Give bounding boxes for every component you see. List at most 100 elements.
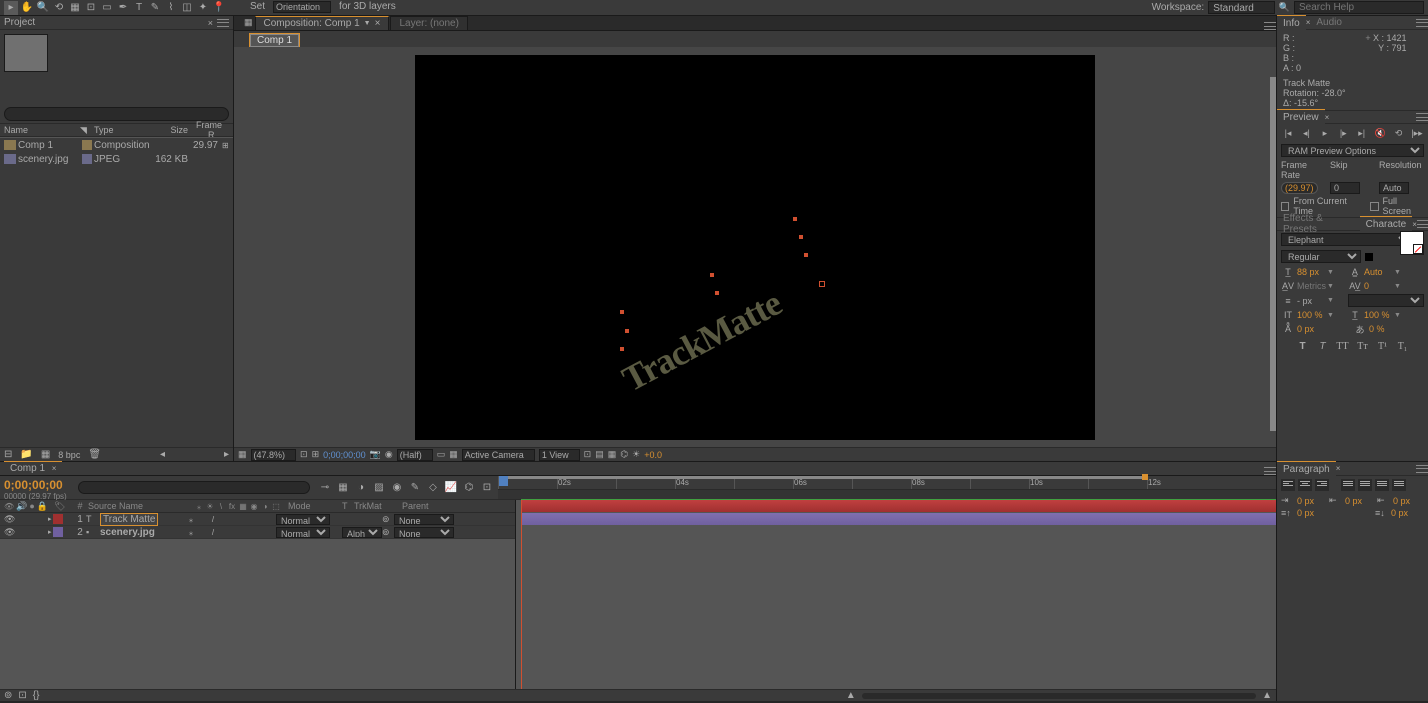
layer-name[interactable]: scenery.jpg [98, 527, 186, 538]
camera-tool[interactable]: ▦ [68, 1, 82, 15]
auto-keyframe-icon[interactable]: ◇ [426, 481, 440, 495]
preview-tab[interactable]: Preview [1277, 109, 1325, 125]
flowchart-icon[interactable]: ⌬ [620, 449, 628, 460]
project-search-input[interactable] [4, 107, 229, 121]
snapshot-icon[interactable]: 📷 [370, 449, 381, 460]
trkmat-select[interactable]: Alpha [342, 527, 382, 538]
fast-preview-icon[interactable]: ▤ [595, 449, 604, 460]
collapse-switch[interactable]: / [208, 515, 218, 524]
space-after-input[interactable]: 0 px [1391, 508, 1421, 518]
parent-select[interactable]: None [394, 514, 454, 525]
skip-input[interactable]: 0 [1330, 182, 1360, 194]
pixel-aspect-icon[interactable]: ⊡ [584, 449, 592, 460]
indent-left-input[interactable]: 0 px [1297, 496, 1327, 506]
composition-tab[interactable]: Composition: Comp 1 ▼ × [255, 16, 390, 30]
kerning-input[interactable]: Metrics [1297, 281, 1325, 291]
exposure-value[interactable]: +0.0 [644, 450, 662, 460]
playhead-line[interactable] [521, 500, 522, 689]
draft3d-icon[interactable]: ▦ [336, 481, 350, 495]
leading-input[interactable]: Auto [1364, 267, 1392, 277]
toggle-switches-icon[interactable]: ⊚ [4, 690, 12, 701]
zoom-dropdown[interactable]: (47.8%) [251, 449, 297, 461]
parent-pickwhip-icon[interactable]: ⊚ [382, 514, 394, 525]
font-style-select[interactable]: Regular [1281, 250, 1361, 263]
font-family-select[interactable]: Elephant [1281, 233, 1412, 246]
pan-behind-tool[interactable]: ⊡ [84, 1, 98, 15]
brainstorm-icon[interactable]: ✎ [408, 481, 422, 495]
workspace-select[interactable]: Standard [1208, 1, 1275, 14]
timeline-icon[interactable]: ▦ [608, 449, 617, 460]
camera-dropdown[interactable]: Active Camera [462, 449, 535, 461]
frame-blend-icon[interactable]: ▨ [372, 481, 386, 495]
snap-icon[interactable]: ⌬ [462, 481, 476, 495]
layer-tab[interactable]: Layer: (none) [390, 16, 467, 30]
stroke-width-input[interactable]: - px [1297, 296, 1325, 306]
smallcaps-button[interactable]: Tᴛ [1356, 339, 1370, 353]
selection-handle[interactable] [804, 253, 808, 257]
vertical-scrollbar[interactable] [1270, 77, 1276, 431]
panel-menu-icon[interactable] [1264, 467, 1276, 475]
space-before-input[interactable]: 0 px [1297, 508, 1327, 518]
layer-duration-bar[interactable] [521, 513, 1276, 525]
project-item-comp[interactable]: Comp 1 Composition 29.97 ⊞ [0, 138, 233, 152]
justify-right-button[interactable] [1375, 479, 1389, 491]
layer-duration-bar[interactable] [521, 500, 1276, 512]
blend-mode-select[interactable]: Normal [276, 514, 330, 525]
stroke-color-swatch[interactable] [1413, 244, 1423, 254]
timeline-timecode[interactable]: 0;00;00;00 [4, 478, 70, 492]
timeline-layer-row[interactable]: 👁 ▸ 2 ▪ scenery.jpg ⁎ / Normal [0, 526, 515, 539]
composition-breadcrumb[interactable]: Comp 1 [250, 34, 299, 47]
timecode-display[interactable]: 0;00;00;00 [323, 450, 366, 460]
selection-handle[interactable] [715, 291, 719, 295]
playhead-head[interactable] [499, 476, 508, 486]
prev-frame-button[interactable]: ◂| [1299, 127, 1313, 139]
label-color[interactable] [53, 514, 63, 524]
first-frame-button[interactable]: |◂ [1281, 127, 1295, 139]
shy-switch[interactable]: ⁎ [186, 528, 196, 537]
full-screen-checkbox[interactable] [1370, 202, 1378, 211]
vscale-input[interactable]: 100 % [1297, 310, 1325, 320]
grid-icon[interactable]: ⊞ [312, 449, 320, 460]
project-column-headers[interactable]: Name ◥ Type Size Frame R... [0, 123, 233, 137]
panel-menu-icon[interactable] [1416, 465, 1428, 473]
panel-menu-icon[interactable] [1264, 22, 1276, 30]
timeline-ruler[interactable]: 01s 02s 03s 04s 05s 06s 07s 08s 09s 10s … [498, 476, 1276, 490]
orientation-dropdown[interactable]: Orientation [273, 1, 331, 13]
comp-mini-flowchart-icon[interactable]: ⊸ [318, 481, 332, 495]
toggle-switches-icon[interactable]: ⊡ [18, 690, 26, 701]
panel-menu-icon[interactable] [1416, 113, 1428, 121]
parent-select[interactable]: None [394, 527, 454, 538]
timeline-tab[interactable]: Comp 1 × [4, 461, 62, 475]
roto-tool[interactable]: ✦ [196, 1, 210, 15]
justify-center-button[interactable] [1358, 479, 1372, 491]
audio-tab[interactable]: Audio [1310, 15, 1348, 30]
search-help-input[interactable] [1294, 1, 1424, 14]
selection-handle[interactable] [625, 329, 629, 333]
new-comp-icon[interactable]: ▦ [41, 449, 50, 460]
tracking-input[interactable]: 0 [1364, 281, 1392, 291]
graph-editor-icon[interactable]: 📈 [444, 481, 458, 495]
italic-button[interactable]: T [1316, 339, 1330, 353]
mute-button[interactable]: 🔇 [1373, 127, 1387, 139]
zoom-out-icon[interactable]: ▲ [846, 690, 856, 701]
label-color[interactable] [53, 527, 63, 537]
interpret-icon[interactable]: ⊟ [4, 449, 12, 460]
rect-tool[interactable]: ▭ [100, 1, 114, 15]
trash-icon[interactable]: 🗑 [88, 449, 101, 460]
zoom-in-icon[interactable]: ▲ [1262, 690, 1272, 701]
superscript-button[interactable]: T¹ [1376, 339, 1390, 353]
paragraph-tab[interactable]: Paragraph [1277, 461, 1336, 477]
baseline-input[interactable]: 0 px [1297, 324, 1325, 334]
roi-icon[interactable]: ▭ [437, 449, 446, 460]
ram-preview-button[interactable]: |▸▸ [1410, 127, 1424, 139]
selection-handle[interactable] [620, 310, 624, 314]
align-center-button[interactable] [1298, 479, 1312, 491]
project-item-image[interactable]: scenery.jpg JPEG 162 KB [0, 152, 233, 166]
pen-tool[interactable]: ✒ [116, 1, 130, 15]
resolution-input[interactable]: Auto [1379, 182, 1409, 194]
from-current-checkbox[interactable] [1281, 202, 1289, 211]
blend-mode-select[interactable]: Normal [276, 527, 330, 538]
rotation-tool[interactable]: ⟲ [52, 1, 66, 15]
tsume-input[interactable]: 0 % [1369, 324, 1397, 334]
framerate-input[interactable]: (29.97) [1281, 182, 1318, 194]
